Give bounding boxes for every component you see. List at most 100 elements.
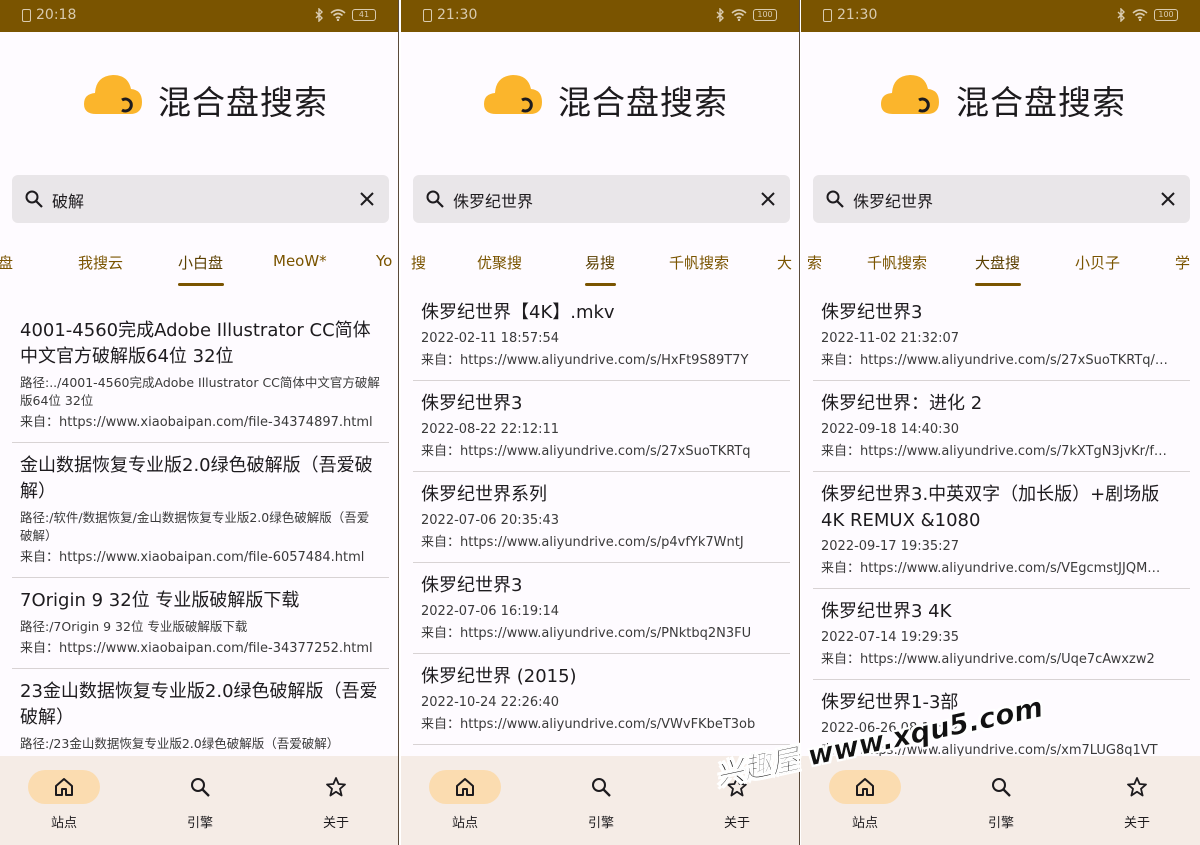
tab-1[interactable]: 我搜云 (78, 252, 123, 273)
result-source-link[interactable]: 来自：https://www.aliyundrive.com/s/HxFt9S8… (421, 352, 782, 370)
results-list: 侏罗纪世界【4K】.mkv 2022-02-11 18:57:54 来自：https… (413, 290, 790, 756)
result-source-link[interactable]: 来自：https://www.aliyundrive.com/s/p4vfYk7… (421, 534, 782, 552)
clear-icon[interactable] (357, 189, 377, 209)
result-item[interactable]: 侏罗纪世界系列 2022-07-06 20:35:43 来自：https://www… (413, 472, 790, 563)
tab-0[interactable]: 索 (807, 252, 822, 273)
bluetooth-icon (315, 8, 323, 22)
nav-search[interactable]: 引擎 (965, 770, 1037, 832)
bluetooth-icon (1117, 8, 1125, 22)
result-date: 2022-07-06 20:35:43 (421, 513, 560, 528)
status-bar: 20:18 41 (0, 0, 398, 32)
result-source-link[interactable]: 来自：https://www.aliyundrive.com/s/7kXTgN3… (821, 443, 1182, 461)
search-icon (25, 190, 43, 208)
tab-3[interactable]: 小贝子 (1075, 252, 1120, 273)
result-source-link[interactable]: 来自：https://www.aliyundrive.com/s/VWvFKbe… (421, 716, 782, 734)
result-source-link[interactable]: 来自：https://www.aliyundrive.com/s/27xSuoT… (421, 443, 782, 461)
home-icon (454, 776, 476, 798)
search-input[interactable] (453, 187, 743, 213)
result-item[interactable]: 侏罗纪世界：进化 2 2022-09-18 14:40:30 来自：https://… (813, 381, 1190, 472)
result-path: 路径:/23金山数据恢复专业版2.0绿色破解版（吾爱破解） (20, 736, 340, 751)
tab-2[interactable]: 大盘搜 (975, 252, 1020, 273)
battery-icon: 100 (1154, 9, 1178, 21)
result-item[interactable]: 23金山数据恢复专业版2.0绿色破解版（吾爱破解） 路径:/23金山数据恢复专业版… (12, 669, 389, 756)
bluetooth-icon (716, 8, 724, 22)
result-title: 4001-4560完成Adobe Illustrator CC简体中文官方破解版… (20, 320, 371, 367)
result-date: 2022-08-22 22:12:11 (421, 422, 560, 437)
search-icon (590, 776, 612, 798)
star-icon (325, 776, 347, 798)
status-time: 21:30 (837, 7, 878, 23)
tab-0[interactable]: 盘 (0, 252, 13, 273)
cloud-logo-icon (881, 75, 939, 114)
active-tab-indicator (975, 283, 1021, 286)
tab-1[interactable]: 千帆搜索 (867, 252, 927, 273)
tab-3[interactable]: MeoW* (273, 252, 327, 270)
search-bar[interactable] (813, 175, 1190, 223)
result-date: 2022-07-06 16:19:14 (421, 604, 560, 619)
result-source-link[interactable]: 来自：https://www.aliyundrive.com/s/PNktbq2… (421, 625, 782, 643)
result-item[interactable]: 侏罗纪世界3 4K 2022-07-14 19:29:35 来自：https://w… (813, 589, 1190, 680)
nav-home[interactable]: 站点 (28, 770, 100, 832)
result-date: 2022-02-11 18:57:54 (421, 331, 560, 346)
nav-star[interactable]: 关于 (1101, 770, 1173, 832)
nav-label: 引擎 (987, 816, 1014, 831)
status-bar: 21:30 100 (401, 0, 799, 32)
result-item[interactable]: 4001-4560完成Adobe Illustrator CC简体中文官方破解版… (12, 308, 389, 443)
nav-label: 站点 (851, 816, 878, 831)
result-path: 路径:/7Origin 9 32位 专业版破解版下载 (20, 619, 248, 634)
result-item[interactable]: 7Origin 9 32位 专业版破解版下载路径:/7Origin 9 32位 … (12, 578, 389, 669)
nav-search[interactable]: 引擎 (164, 770, 236, 832)
result-title: 7Origin 9 32位 专业版破解版下载 (20, 590, 300, 611)
result-source-link[interactable]: 来自：https://www.xiaobaipan.com/file-34377… (20, 640, 381, 658)
nav-home[interactable]: 站点 (429, 770, 501, 832)
result-source-link[interactable]: 来自：https://www.xiaobaipan.com/file-60574… (20, 549, 381, 567)
nav-label: 引擎 (587, 816, 614, 831)
result-item[interactable]: 侏罗纪世界3 2022-08-22 22:12:11 来自：https://www.… (413, 381, 790, 472)
tab-0[interactable]: 搜 (411, 252, 426, 273)
status-icons: 100 (716, 8, 777, 22)
sim-icon (823, 9, 832, 22)
result-item[interactable]: 侏罗纪世界3 2022-11-02 21:32:07 来自：https://www.… (813, 290, 1190, 381)
cloud-logo-icon (84, 75, 142, 114)
result-item[interactable]: 侏罗纪世界【4K】.mkv 2022-02-11 18:57:54 来自：https… (413, 290, 790, 381)
result-path: 路径:/软件/数据恢复/金山数据恢复专业版2.0绿色破解版（吾爱破解） (20, 510, 370, 543)
sim-icon (423, 9, 432, 22)
tab-2[interactable]: 易搜 (585, 252, 615, 273)
result-source-link[interactable]: 来自：https://www.xiaobaipan.com/file-34374… (20, 414, 381, 432)
result-source-link[interactable]: 来自：https://www.aliyundrive.com/s/27xSuoT… (821, 352, 1182, 370)
app-title: 混合盘搜索 (158, 83, 328, 122)
active-tab-indicator (585, 283, 616, 286)
nav-search[interactable]: 引擎 (565, 770, 637, 832)
result-item[interactable]: 侏罗纪世界 (2015) 2022-10-24 22:26:40 来自：https:… (413, 654, 790, 745)
result-source-link[interactable]: 来自：https://www.aliyundrive.com/s/VEgcmst… (821, 560, 1182, 578)
result-title: 侏罗纪世界3 (421, 393, 523, 414)
search-bar[interactable] (413, 175, 790, 223)
tab-4[interactable]: 学 (1175, 252, 1190, 273)
bottom-navigation: 站点 引擎 关于 (0, 756, 398, 845)
result-date: 2022-09-18 14:40:30 (821, 422, 960, 437)
result-date: 2022-11-02 21:32:07 (821, 331, 960, 346)
result-item[interactable]: 侏罗纪世界3.中英双字（加长版）+剧场版 4K REMUX &1080 2022-… (813, 472, 1190, 589)
tab-2[interactable]: 小白盘 (178, 252, 223, 273)
result-path: 路径:../4001-4560完成Adobe Illustrator CC简体中… (20, 375, 380, 408)
status-time: 21:30 (437, 7, 478, 23)
nav-label: 关于 (723, 816, 750, 831)
result-source-link[interactable]: 来自：https://www.aliyundrive.com/s/Uqe7cAw… (821, 651, 1182, 669)
search-input[interactable] (853, 187, 1143, 213)
result-title: 侏罗纪世界3 (421, 575, 523, 596)
tab-4[interactable]: Yo (376, 252, 392, 270)
tab-4[interactable]: 大 (777, 252, 792, 273)
search-input[interactable] (52, 187, 342, 213)
tab-1[interactable]: 优聚搜 (477, 252, 522, 273)
result-title: 侏罗纪世界：进化 2 (821, 393, 983, 414)
nav-star[interactable]: 关于 (300, 770, 372, 832)
clear-icon[interactable] (1158, 189, 1178, 209)
result-date: 2022-10-24 22:26:40 (421, 695, 560, 710)
result-item[interactable]: 侏罗纪世界3 2022-07-06 16:19:14 来自：https://www.… (413, 563, 790, 654)
clear-icon[interactable] (758, 189, 778, 209)
result-item[interactable]: 金山数据恢复专业版2.0绿色破解版（吾爱破解） 路径:/软件/数据恢复/金山数据恢… (12, 443, 389, 578)
wifi-icon (1132, 9, 1148, 21)
wifi-icon (330, 9, 346, 21)
search-bar[interactable] (12, 175, 389, 223)
tab-3[interactable]: 千帆搜索 (669, 252, 729, 273)
